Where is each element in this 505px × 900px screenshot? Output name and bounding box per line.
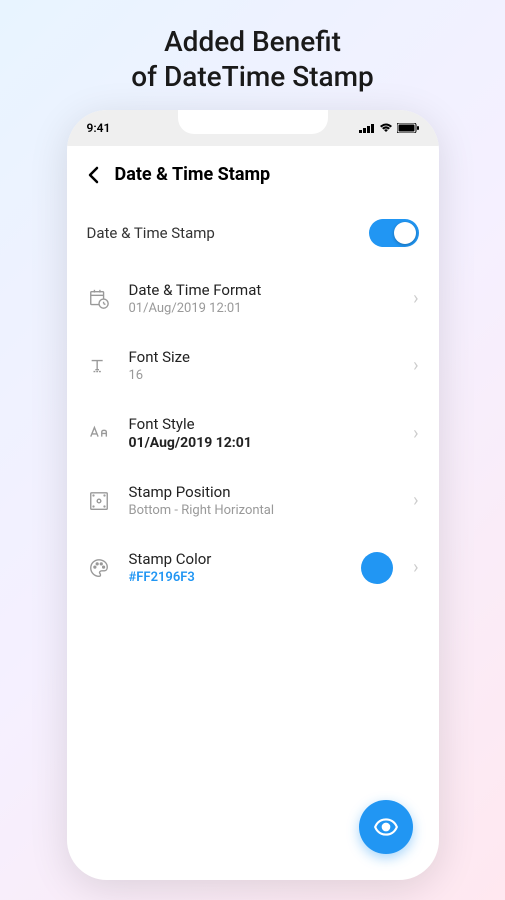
app-header: Date & Time Stamp — [67, 146, 439, 201]
position-value: Bottom - Right Horizontal — [129, 503, 396, 518]
stamp-toggle[interactable] — [369, 219, 419, 247]
stamp-position-row[interactable]: Stamp Position Bottom - Right Horizontal… — [87, 467, 419, 534]
settings-content: Date & Time Stamp Date & Time Format 01/… — [67, 201, 439, 601]
font-style-row[interactable]: Font Style 01/Aug/2019 12:01 › — [87, 399, 419, 467]
stamp-toggle-label: Date & Time Stamp — [87, 224, 215, 242]
page-title: Date & Time Stamp — [115, 164, 271, 185]
color-title: Stamp Color — [129, 550, 344, 568]
font-size-title: Font Size — [129, 348, 396, 366]
chevron-right-icon: › — [413, 490, 418, 511]
notch — [178, 110, 328, 134]
format-title: Date & Time Format — [129, 281, 396, 299]
signal-icon — [359, 123, 375, 133]
back-button[interactable] — [87, 166, 99, 184]
font-size-value: 16 — [129, 368, 396, 383]
position-title: Stamp Position — [129, 483, 396, 501]
format-value: 01/Aug/2019 12:01 — [129, 301, 396, 316]
chevron-left-icon — [87, 166, 99, 184]
status-icons — [359, 123, 419, 133]
position-icon — [87, 489, 111, 513]
preview-fab[interactable] — [359, 800, 413, 854]
font-style-title: Font Style — [129, 415, 396, 433]
palette-icon — [87, 556, 111, 580]
wifi-icon — [379, 123, 393, 133]
eye-icon — [373, 814, 399, 840]
battery-icon — [397, 123, 419, 133]
chevron-right-icon: › — [413, 557, 418, 578]
calendar-clock-icon — [87, 287, 111, 311]
font-size-row[interactable]: Font Size 16 › — [87, 332, 419, 399]
toggle-knob — [394, 222, 416, 244]
color-value: #FF2196F3 — [129, 570, 344, 585]
chevron-right-icon: › — [413, 288, 418, 309]
font-size-icon — [87, 354, 111, 378]
font-style-value: 01/Aug/2019 12:01 — [129, 435, 396, 451]
date-time-format-row[interactable]: Date & Time Format 01/Aug/2019 12:01 › — [87, 265, 419, 332]
promo-title: Added Benefit of DateTime Stamp — [0, 0, 505, 110]
font-style-icon — [87, 421, 111, 445]
status-time: 9:41 — [87, 121, 111, 135]
stamp-color-row[interactable]: Stamp Color #FF2196F3 › — [87, 534, 419, 601]
stamp-toggle-row: Date & Time Stamp — [87, 211, 419, 265]
chevron-right-icon: › — [413, 423, 418, 444]
chevron-right-icon: › — [413, 355, 418, 376]
color-swatch — [361, 552, 393, 584]
phone-frame: 9:41 Date & Time Stamp Date & Time Stamp… — [67, 110, 439, 880]
status-bar: 9:41 — [67, 110, 439, 146]
